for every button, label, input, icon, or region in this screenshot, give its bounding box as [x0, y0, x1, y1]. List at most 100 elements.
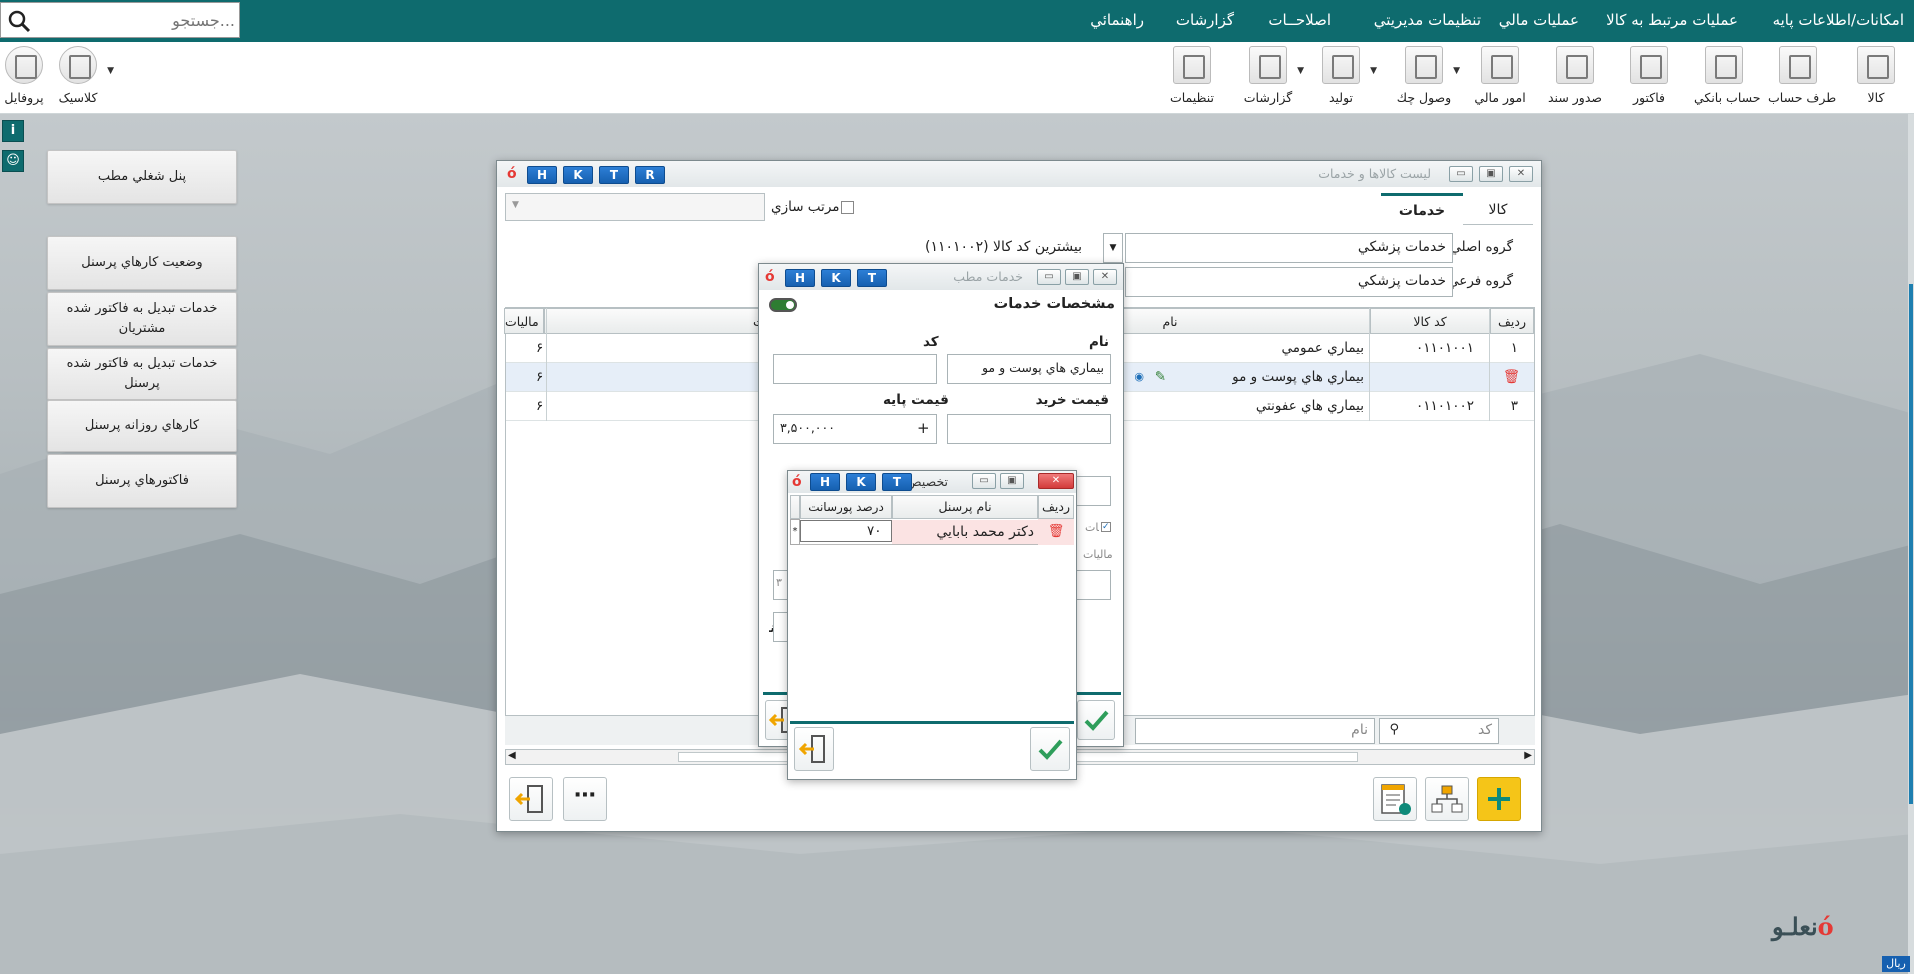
scroll-left-icon[interactable]: ◀ [508, 750, 516, 761]
hotkey-h-button[interactable]: H [785, 269, 815, 287]
filter-name-input[interactable]: نام [1135, 718, 1375, 744]
info-icon[interactable]: i [2, 120, 24, 142]
maximize-icon[interactable]: ▣ [1000, 473, 1024, 489]
hotkey-t-button[interactable]: T [857, 269, 887, 287]
toolbar-issue-document-button[interactable]: صدور سند [1545, 44, 1605, 112]
row-indicator-icon: * [790, 519, 800, 545]
scroll-thumb[interactable] [1909, 284, 1913, 804]
dropdown-arrow-icon[interactable]: ▼ [1453, 66, 1460, 76]
menu-basic-info[interactable]: امکانات/اطلاعات پايه [1773, 11, 1904, 29]
main-group-field[interactable]: خدمات پزشکي [1125, 233, 1453, 263]
toolbar-bank-account-button[interactable]: حساب بانکي [1694, 44, 1761, 112]
menu-goods-operations[interactable]: عمليات مرتبط به کالا [1606, 11, 1738, 29]
menu-financial-operations[interactable]: عمليات مالي [1499, 11, 1579, 29]
commission-percent-cell[interactable]: ۷۰ [800, 520, 892, 542]
personnel-name-cell[interactable]: دکتر محمد بابايي [892, 520, 1038, 544]
tax-checkbox[interactable]: ✓ [1101, 522, 1111, 532]
service-specs-heading: مشخصات خدمات [993, 296, 1115, 312]
minimize-icon[interactable]: ▭ [1037, 269, 1061, 285]
hotkey-h-button[interactable]: H [810, 473, 840, 491]
toolbar-profile-button[interactable]: پروفايل [0, 44, 54, 112]
palette-icon [59, 46, 97, 84]
close-icon[interactable]: ✕ [1509, 166, 1533, 182]
delete-row-icon[interactable]: 🗑 [1038, 519, 1074, 545]
report-list-button[interactable] [1373, 777, 1417, 821]
personnel-work-status-button[interactable]: وضعيت کارهاي پرسنل [47, 236, 237, 290]
hotkey-h-button[interactable]: H [527, 166, 557, 184]
toolbar-reports-button[interactable]: گزارشات ▼ [1238, 44, 1304, 112]
right-scrollbar[interactable] [1908, 114, 1914, 974]
hotkey-k-button[interactable]: K [563, 166, 593, 184]
toolbar-invoice-button[interactable]: فاکتور [1619, 44, 1679, 112]
edit-pencil-icon[interactable]: ✎ [1155, 365, 1166, 389]
dropdown-arrow-icon[interactable]: ▼ [1370, 66, 1377, 76]
minimize-icon[interactable]: ▭ [1449, 166, 1473, 182]
plus-icon [1488, 788, 1510, 810]
customer-invoiced-services-button[interactable]: خدمات تبديل به فاکتور شده مشتريان [47, 292, 237, 346]
toolbar-financial-button[interactable]: امور مالي [1470, 44, 1530, 112]
menu-management-settings[interactable]: تنظيمات مديريتي [1374, 11, 1481, 29]
delete-row-icon[interactable]: 🗑 [1503, 365, 1520, 389]
table-row[interactable]: * 🗑 دکتر محمد بابايي ۷۰ [790, 519, 1074, 545]
confirm-button[interactable] [1030, 727, 1070, 771]
column-header-code[interactable]: کد کالا [1370, 308, 1490, 334]
toolbar-goods-button[interactable]: کالا [1846, 44, 1906, 112]
toolbar-settings-button[interactable]: تنظيمات [1162, 44, 1222, 112]
column-header-row[interactable]: رديف [1038, 495, 1074, 519]
brand-logo-text: نعلـو [1772, 912, 1818, 941]
personnel-invoiced-services-button[interactable]: خدمات تبديل به فاکتور شده پرسنل [47, 348, 237, 400]
column-header-tax[interactable]: ماليات [504, 308, 544, 334]
hotkey-k-button[interactable]: K [846, 473, 876, 491]
scroll-right-icon[interactable]: ▶ [1524, 750, 1532, 761]
menu-help[interactable]: راهنمائي [1090, 11, 1144, 29]
dropdown-arrow-icon[interactable]: ▼ [107, 66, 114, 76]
confirm-button[interactable] [1077, 700, 1115, 740]
close-icon[interactable]: ✕ [1093, 269, 1117, 285]
search-input[interactable] [35, 5, 235, 35]
minimize-icon[interactable]: ▭ [972, 473, 996, 489]
exit-button[interactable] [794, 727, 834, 771]
toolbar-production-button[interactable]: توليد ▼ [1311, 44, 1377, 112]
view-eye-icon[interactable]: ◉ [1134, 365, 1144, 389]
column-header-personnel[interactable]: نام پرسنل [892, 495, 1038, 519]
service-code-field[interactable] [773, 354, 937, 384]
user-card-icon[interactable]: ☺ [2, 150, 24, 172]
toolbar-classic-theme-button[interactable]: کلاسيک ▼ [48, 44, 114, 112]
active-toggle[interactable] [769, 298, 797, 312]
job-panel-button[interactable]: پنل شغلي مطب [47, 150, 237, 204]
tab-goods[interactable]: کالا [1463, 195, 1533, 225]
hotkey-k-button[interactable]: K [821, 269, 851, 287]
hotkey-t-button[interactable]: T [882, 473, 912, 491]
personnel-daily-tasks-button[interactable]: کارهاي روزانه پرسنل [47, 400, 237, 452]
personnel-invoices-button[interactable]: فاکتورهاي پرسنل [47, 454, 237, 508]
partial-field[interactable] [1071, 476, 1111, 506]
add-button[interactable] [1477, 777, 1521, 821]
more-options-button[interactable]: ⋯ [563, 777, 607, 821]
dropdown-arrow-icon[interactable]: ▼ [1297, 66, 1304, 76]
toolbar-account-party-button[interactable]: طرف حساب [1768, 44, 1836, 112]
tree-structure-button[interactable] [1425, 777, 1469, 821]
sort-combobox[interactable]: ▼ [505, 193, 765, 221]
plus-icon[interactable]: + [917, 419, 930, 437]
tax-field[interactable] [1075, 570, 1111, 600]
menu-corrections[interactable]: اصلاحــات [1268, 11, 1331, 29]
exit-button[interactable] [509, 777, 553, 821]
base-price-field[interactable]: ۳,۵۰۰,۰۰۰ [773, 414, 937, 444]
service-name-field[interactable]: بيماري هاي پوست و مو [947, 354, 1111, 384]
sort-checkbox[interactable] [841, 201, 854, 214]
main-group-dropdown-icon[interactable]: ▼ [1103, 233, 1123, 263]
column-header-row[interactable]: رديف [1490, 308, 1534, 334]
column-header-commission[interactable]: درصد پورسانت [800, 495, 892, 519]
hotkey-r-button[interactable]: R [635, 166, 665, 184]
maximize-icon[interactable]: ▣ [1479, 166, 1503, 182]
toolbar-cheque-collection-button[interactable]: وصول چك ▼ [1394, 44, 1460, 112]
dialog-titlebar: ó H K T خدمات مطب ▭ ▣ ✕ [759, 264, 1123, 290]
maximize-icon[interactable]: ▣ [1065, 269, 1089, 285]
purchase-price-field[interactable] [947, 414, 1111, 444]
sub-group-field[interactable]: خدمات پزشکي [1125, 267, 1453, 297]
search-icon[interactable] [7, 9, 31, 33]
close-icon[interactable]: ✕ [1038, 473, 1074, 489]
menu-reports[interactable]: گزارشات [1176, 11, 1234, 29]
tab-services[interactable]: خدمات [1381, 193, 1463, 225]
hotkey-t-button[interactable]: T [599, 166, 629, 184]
